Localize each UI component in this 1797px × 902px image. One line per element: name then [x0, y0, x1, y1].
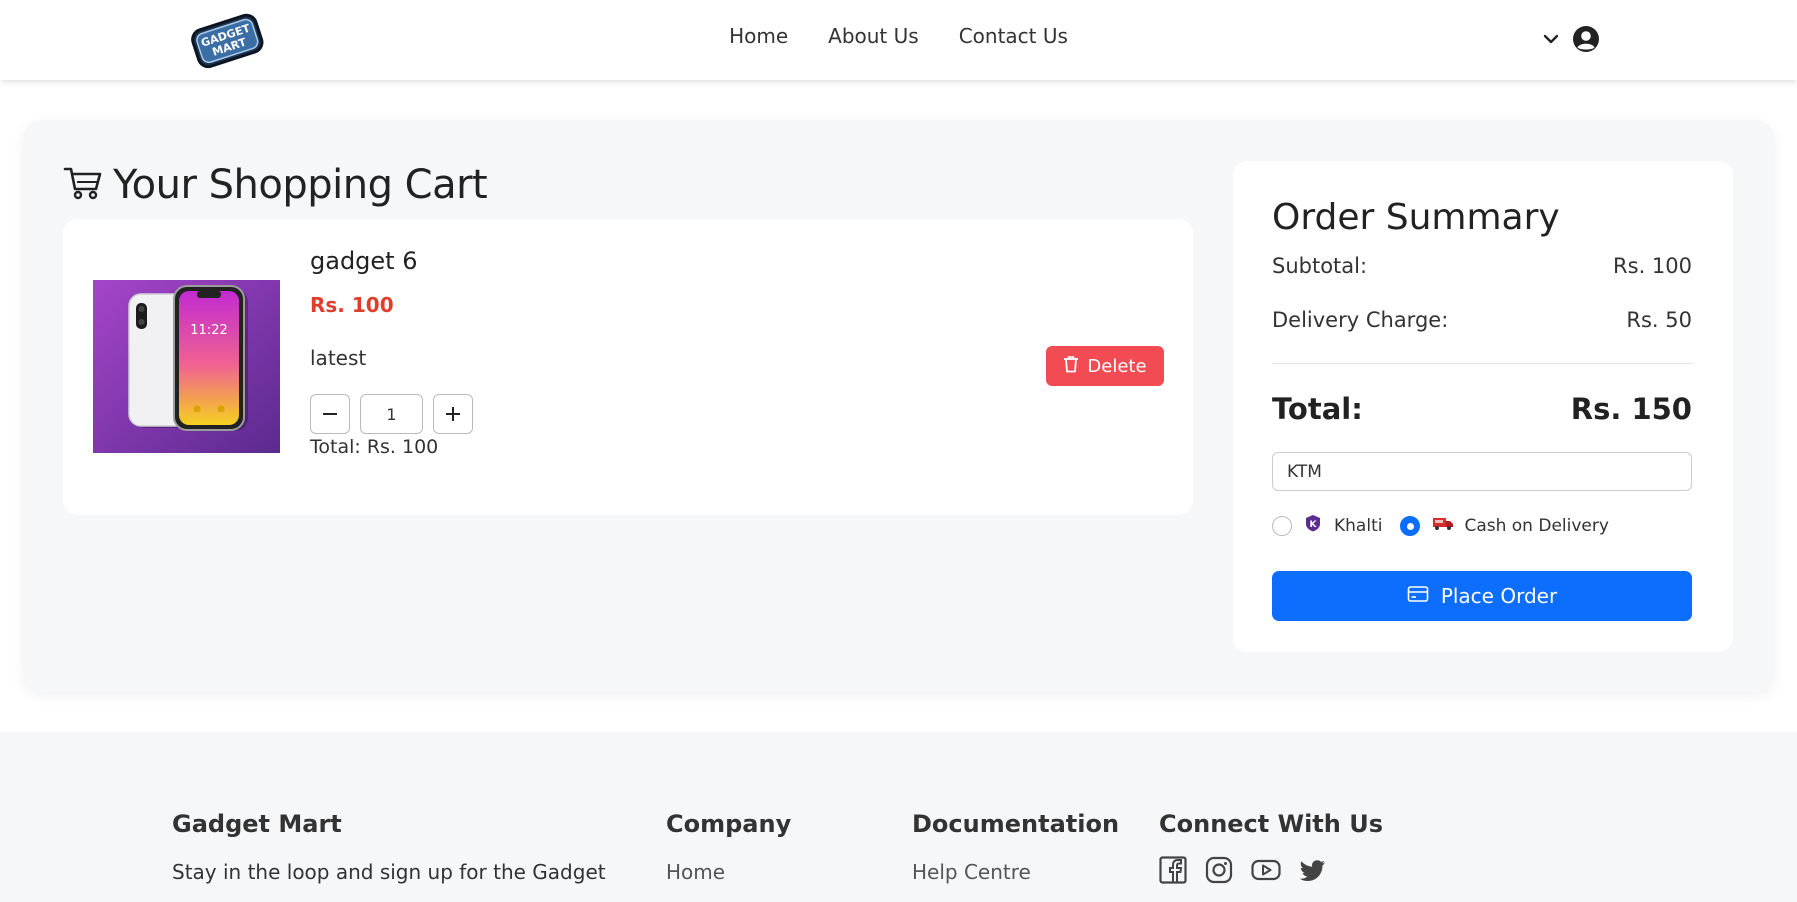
footer-documentation-title: Documentation	[912, 810, 1120, 838]
facebook-icon[interactable]	[1159, 856, 1187, 888]
footer-company-column: Company Home	[666, 810, 791, 884]
item-total: Total: Rs. 100	[310, 436, 439, 458]
item-description: latest	[310, 346, 367, 370]
total-label: Total:	[1272, 392, 1363, 426]
delivery-label: Delivery Charge:	[1272, 308, 1449, 332]
payment-method-options: K Khalti Cash on Delivery	[1272, 514, 1609, 537]
product-image[interactable]: 11:22	[93, 280, 280, 453]
footer-connect-title: Connect With Us	[1159, 810, 1383, 838]
user-circle-icon[interactable]	[1572, 25, 1600, 57]
nav-links: Home About Us Contact Us	[0, 24, 1797, 48]
navbar: GADGET MART Home About Us Contact Us	[0, 0, 1797, 80]
shopping-cart-icon	[63, 165, 103, 205]
footer-brand-column: Gadget Mart Stay in the loop and sign up…	[172, 810, 606, 884]
item-price: Rs. 100	[310, 293, 394, 317]
khalti-radio[interactable]	[1272, 515, 1292, 536]
footer-documentation-column: Documentation Help Centre	[912, 810, 1119, 884]
minus-icon	[323, 413, 337, 415]
increase-quantity-button[interactable]	[433, 394, 473, 434]
footer-link-home[interactable]: Home	[666, 860, 791, 884]
footer-connect-column: Connect With Us	[1159, 810, 1383, 888]
social-links	[1159, 856, 1383, 888]
delivery-value: Rs. 50	[1626, 308, 1692, 332]
cart-page-container: Your Shopping Cart 11:22 gadget 6 Rs. 10…	[23, 120, 1774, 692]
quantity-input[interactable]: 1	[360, 394, 423, 434]
delivery-row: Delivery Charge: Rs. 50	[1272, 308, 1692, 332]
cart-item-card: 11:22 gadget 6 Rs. 100 latest 1 Total: R…	[63, 219, 1193, 515]
total-row: Total: Rs. 150	[1272, 392, 1692, 426]
instagram-icon[interactable]	[1205, 856, 1233, 888]
quantity-stepper: 1	[310, 394, 473, 434]
subtotal-row: Subtotal: Rs. 100	[1272, 254, 1692, 278]
summary-divider	[1272, 363, 1692, 364]
decrease-quantity-button[interactable]	[310, 394, 350, 434]
address-input[interactable]: KTM	[1272, 452, 1692, 491]
nav-contact-us[interactable]: Contact Us	[959, 24, 1068, 48]
page-title: Your Shopping Cart	[113, 162, 488, 208]
svg-text:K: K	[1310, 520, 1318, 530]
footer: Gadget Mart Stay in the loop and sign up…	[0, 732, 1797, 902]
footer-link-help-centre[interactable]: Help Centre	[912, 860, 1119, 884]
order-summary: Order Summary Subtotal: Rs. 100 Delivery…	[1233, 161, 1733, 652]
khalti-label[interactable]: Khalti	[1334, 516, 1382, 536]
subtotal-label: Subtotal:	[1272, 254, 1368, 278]
delivery-truck-icon	[1432, 515, 1454, 536]
place-order-button[interactable]: Place Order	[1272, 571, 1692, 621]
total-value: Rs. 150	[1570, 392, 1692, 426]
footer-brand-title: Gadget Mart	[172, 810, 342, 838]
svg-text:11:22: 11:22	[190, 323, 227, 338]
place-order-label: Place Order	[1440, 584, 1558, 608]
chevron-down-icon[interactable]	[1542, 30, 1560, 52]
credit-card-icon	[1407, 584, 1429, 608]
khalti-icon: K	[1304, 514, 1322, 537]
footer-company-title: Company	[666, 810, 792, 838]
delete-button-label: Delete	[1087, 355, 1147, 377]
nav-about-us[interactable]: About Us	[828, 24, 919, 48]
user-menu[interactable]	[1542, 25, 1600, 57]
trash-icon	[1063, 355, 1079, 378]
delete-button[interactable]: Delete	[1046, 346, 1164, 386]
cart-heading: Your Shopping Cart	[63, 162, 488, 208]
order-summary-title: Order Summary	[1272, 197, 1560, 238]
plus-icon	[446, 407, 460, 421]
footer-brand-text: Stay in the loop and sign up for the Gad…	[172, 860, 606, 884]
twitter-icon[interactable]	[1299, 856, 1327, 888]
youtube-icon[interactable]	[1251, 856, 1281, 888]
cash-on-delivery-radio[interactable]	[1400, 515, 1421, 536]
nav-home[interactable]: Home	[729, 24, 788, 48]
subtotal-value: Rs. 100	[1613, 254, 1692, 278]
item-name[interactable]: gadget 6	[310, 247, 417, 275]
cash-on-delivery-label[interactable]: Cash on Delivery	[1464, 516, 1608, 536]
